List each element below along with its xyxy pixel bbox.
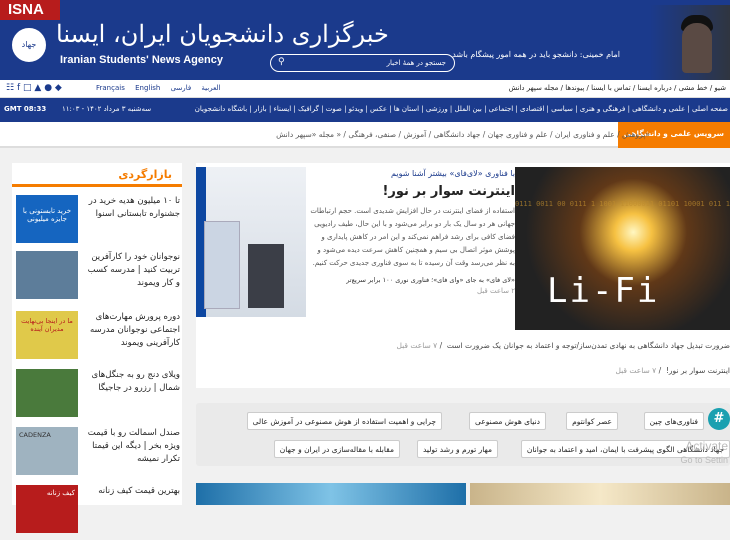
ad-text[interactable]: تا ۱۰ میلیون هدیه خرید در جشنواره تابستا… [84,195,180,221]
ad-thumb[interactable]: کیف زنانه [16,485,78,533]
ad-text[interactable]: صندل اسمالت رو با قیمت ویژه بخر | دیگه ا… [84,427,180,466]
ad-item[interactable]: خرید تابستونی با جایزه میلیونی تا ۱۰ میل… [16,195,180,250]
tag-chip[interactable]: دنیای هوش مصنوعی [469,412,546,430]
more-news-item[interactable]: ضرورت تبدیل جهاد دانشگاهی به نهادی تمدن‌… [196,341,730,350]
hashtag-icon: # [708,408,730,430]
current-date: سه‌شنبه ۳ مرداد ۱۴۰۲ - ۱۱:۰۳ [62,105,152,113]
lang-french[interactable]: Français [96,84,125,92]
search-placeholder: جستجو در همهٔ اخبار [386,59,446,67]
ad-item[interactable]: CADENZA صندل اسمالت رو با قیمت ویژه بخر … [16,427,180,482]
twitter-icon[interactable]: ▲ [34,83,41,93]
related-headline[interactable]: «لای فای» به جای «وای فای»؛ فناوری نوری … [310,276,515,284]
search-input[interactable]: ⚲ جستجو در همهٔ اخبار [270,54,455,72]
featured-story: با فناوری «لای‌فای» بیشتر آشنا شویم اینت… [196,163,730,388]
sidebar-ads: بازارگردی خرید تابستونی با جایزه میلیونی… [12,163,182,533]
ad-item[interactable]: کیف زنانه بهترین قیمت کیف زنانه [16,485,180,540]
lang-persian[interactable]: فارسی [171,84,192,92]
ad-thumb[interactable] [16,251,78,299]
top-utility-bar: ☷ f □ ▲ ● ◆ Français English العربیة فار… [0,80,730,98]
tag-chip[interactable]: چرایی و اهمیت استفاده از هوش مصنوعی در آ… [246,412,442,430]
os-watermark-line2: Go to Settin [680,455,728,465]
facebook-icon[interactable]: f [17,83,20,93]
ad-item[interactable]: نوجوانان خود را کارآفرین تربیت کنید | مد… [16,251,180,306]
isna-brand-tab[interactable]: ISNA [0,0,60,20]
tag-chip[interactable]: مقابله با مقاله‌سازی در ایران و جهان [273,440,400,458]
site-title-fa[interactable]: خبرگزاری دانشجویان ایران، ایسنا [56,20,389,48]
main-menu[interactable]: صفحه اصلی | علمی و دانشگاهی | فرهنگی و ه… [195,105,728,113]
instagram-icon[interactable]: □ [23,83,32,93]
more-news-item[interactable]: اینترنت سوار بر نور! / ۷ ساعت قبل [196,366,730,375]
more-news-text[interactable]: ضرورت تبدیل جهاد دانشگاهی به نهادی تمدن‌… [447,341,730,350]
portrait-face [682,23,712,73]
story-title[interactable]: اینترنت سوار بر نور! [310,184,515,199]
utility-links[interactable]: شیو / خط مشی / درباره ایسنا / تماس با ای… [509,84,726,92]
more-news-text[interactable]: اینترنت سوار بر نور! [666,366,730,375]
site-title-en[interactable]: Iranian Students' News Agency [60,54,223,66]
leader-portrait [650,5,730,80]
more-news-time: ۷ ساعت قبل [615,366,657,375]
main-nav-bar: GMT 08:33 سه‌شنبه ۳ مرداد ۱۴۰۲ - ۱۱:۰۳ ص… [0,98,730,122]
social-icons: ☷ f □ ▲ ● ◆ [6,83,62,93]
ad-thumb[interactable] [16,369,78,417]
ad-thumb[interactable]: CADENZA [16,427,78,475]
tag-chip[interactable]: عصر کوانتوم [566,412,618,430]
ad-text[interactable]: ویلای دنج رو به جنگل‌های شمال | رزرو در … [84,369,180,395]
bottom-image-right[interactable] [470,483,730,505]
leader-slogan: امام خمینی: دانشجو باید در همه امور پیشگ… [452,50,620,59]
ad-thumb[interactable]: خرید تابستونی با جایزه میلیونی [16,195,78,243]
story-thumbnail[interactable] [196,167,306,317]
gmt-clock: GMT 08:33 [4,105,47,113]
more-news-time: ۷ ساعت قبل [396,341,438,350]
story-lead: استفاده از فضای اینترنت در حال افزایش شد… [310,207,515,267]
lang-english[interactable]: English [135,84,160,92]
ad-item[interactable]: ما در اینجا بی‌نهایت مدیران آینده دوره پ… [16,311,180,366]
ad-thumb[interactable]: ما در اینجا بی‌نهایت مدیران آینده [16,311,78,359]
trending-tags: # فناوری‌های چین عصر کوانتوم دنیای هوش م… [196,403,730,466]
story-text: با فناوری «لای‌فای» بیشتر آشنا شویم اینت… [310,167,515,332]
lang-arabic[interactable]: العربیة [201,84,220,92]
ad-item[interactable]: ویلای دنج رو به جنگل‌های شمال | رزرو در … [16,369,180,424]
os-watermark-line1: Activate [685,439,728,453]
sub-menu[interactable]: پژوهش / علم و فناوری ایران / علم و فناور… [276,130,650,139]
language-links: Français English العربیة فارسی [96,84,229,92]
tag-chip[interactable]: مهار تورم و رشد تولید [416,440,498,458]
site-header: ISNA جهاد خبرگزاری دانشجویان ایران، ایسن… [0,0,730,80]
story-time: ۲ ساعت قبل [476,287,515,295]
sidebar-heading: بازارگردی [12,163,182,187]
bottom-image-left[interactable] [196,483,466,505]
sub-nav-bar: سرویس علمی و دانشگاهی پژوهش / علم و فناو… [0,122,730,148]
lifi-label: Li-Fi [547,271,660,311]
ad-text[interactable]: نوجوانان خود را کارآفرین تربیت کنید | مد… [84,251,180,290]
story-kicker: با فناوری «لای‌فای» بیشتر آشنا شویم [391,169,515,178]
thumb-figure-2 [248,244,284,308]
apple-icon[interactable]: ◆ [55,83,62,93]
ad-text[interactable]: دوره پرورش مهارت‌های اجتماعی نوجوانان مد… [84,311,180,350]
lifi-image[interactable]: 0111 0011 00 0111 1 1001 11000011 01101 … [515,167,730,330]
thumb-figure-1 [204,221,240,309]
jahad-logo[interactable]: جهاد [10,26,48,64]
android-icon[interactable]: ● [44,83,52,93]
search-icon[interactable]: ⚲ [278,57,285,67]
tag-chip[interactable]: فناوری‌های چین [643,412,704,430]
binary-overlay: 0111 0011 00 0111 1 1001 11000011 01101 … [515,200,730,208]
ad-text[interactable]: بهترین قیمت کیف زنانه [84,485,180,498]
rss-icon[interactable]: ☷ [6,83,14,93]
